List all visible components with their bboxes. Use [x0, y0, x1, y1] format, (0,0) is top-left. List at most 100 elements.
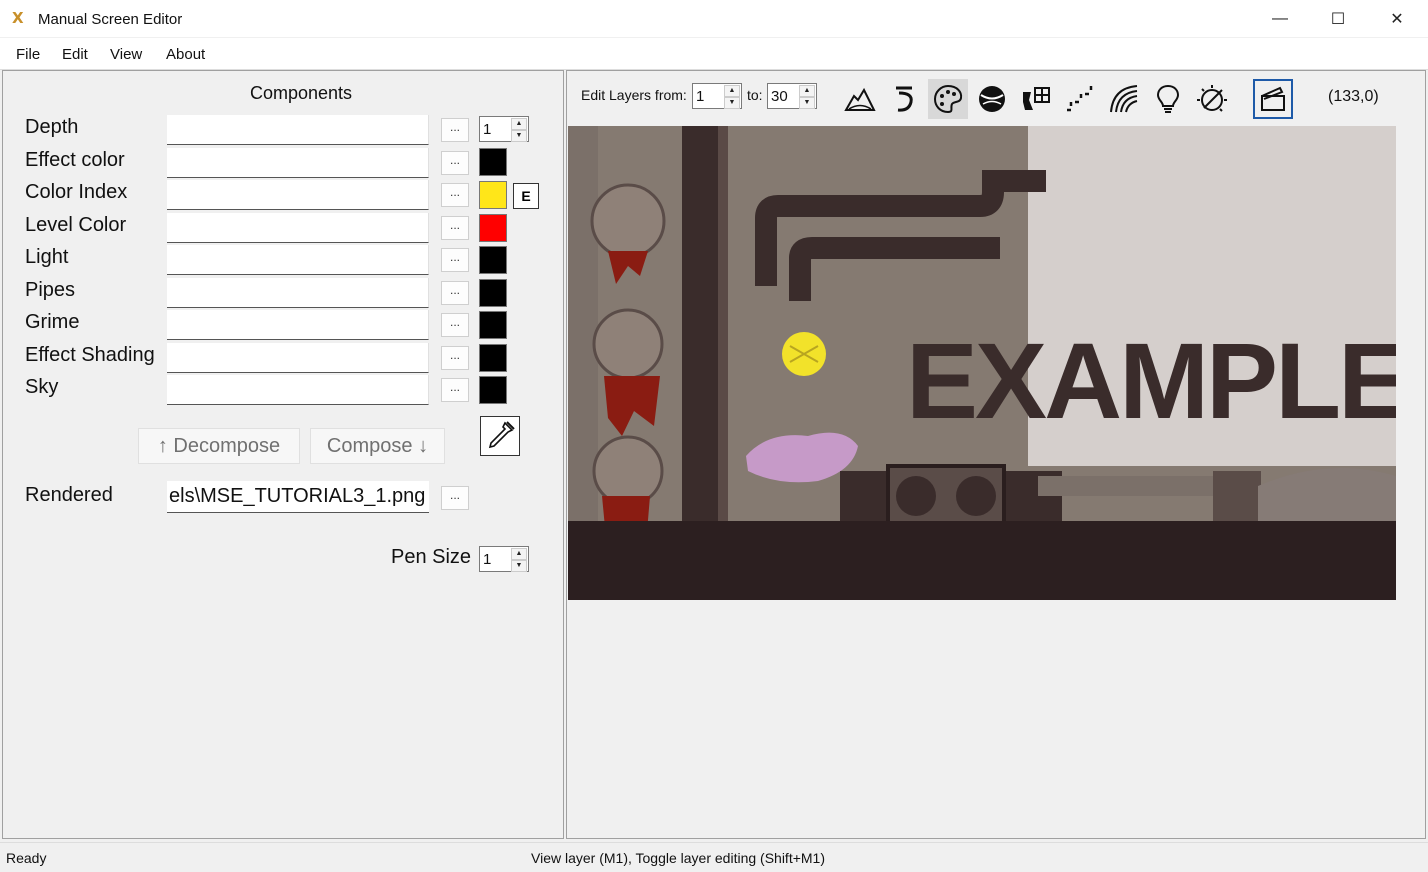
app-icon: Ⅹ [12, 10, 24, 27]
layer-from-value: 1 [696, 88, 705, 105]
palette-icon [933, 84, 963, 114]
layer-to-value: 30 [771, 88, 788, 105]
ball-icon [979, 86, 1005, 112]
pipes-browse-button[interactable]: ... [441, 281, 469, 305]
grime-label: Grime [25, 311, 80, 333]
grime-swatch[interactable] [479, 311, 507, 339]
depth-field[interactable] [167, 115, 429, 145]
effect-shading-label: Effect Shading [25, 344, 155, 366]
canvas-text: EXAMPLE3 [906, 320, 1396, 441]
depth-browse-button[interactable]: ... [441, 118, 469, 142]
level-color-browse-button[interactable]: ... [441, 216, 469, 240]
spin-up-icon[interactable]: ▲ [724, 85, 740, 97]
palette-tool[interactable] [928, 79, 968, 119]
light-browse-button[interactable]: ... [441, 248, 469, 272]
level-color-swatch[interactable] [479, 214, 507, 242]
sun-icon [1197, 85, 1227, 112]
status-text: Ready [6, 850, 47, 866]
color-index-field[interactable] [167, 180, 429, 210]
effect-shading-swatch[interactable] [479, 344, 507, 372]
status-hint: View layer (M1), Toggle layer editing (S… [531, 850, 825, 866]
window-title: Manual Screen Editor [38, 11, 183, 28]
steps-tool[interactable] [1060, 79, 1100, 119]
decompose-button[interactable]: ↑ Decompose [138, 428, 300, 464]
pipe-icon [896, 86, 913, 112]
close-button[interactable]: ✕ [1368, 0, 1426, 38]
edit-layers-from-label: Edit Layers from: [581, 87, 687, 103]
compose-button[interactable]: Compose ↓ [310, 428, 445, 464]
spin-down-icon[interactable]: ▼ [511, 130, 527, 142]
spin-down-icon[interactable]: ▼ [799, 97, 815, 109]
spin-up-icon[interactable]: ▲ [799, 85, 815, 97]
light-bulb-icon [1156, 84, 1180, 113]
pipes-label: Pipes [25, 279, 76, 301]
effect-color-field[interactable] [167, 148, 429, 178]
light-field[interactable] [167, 245, 429, 275]
status-bar: Ready View layer (M1), Toggle layer edit… [0, 842, 1428, 872]
steps-icon [1067, 86, 1093, 112]
color-picker-button[interactable] [480, 416, 520, 456]
rendered-browse-button[interactable]: ... [441, 486, 469, 510]
ball-tool[interactable] [972, 79, 1012, 119]
pen-size-value: 1 [483, 551, 492, 568]
level-color-field[interactable] [167, 213, 429, 243]
color-index-browse-button[interactable]: ... [441, 183, 469, 207]
pipe-tool[interactable] [884, 79, 924, 119]
sun-tool[interactable] [1192, 79, 1232, 119]
tiles-icon [1023, 87, 1050, 110]
effect-shading-field[interactable] [167, 343, 429, 373]
clapper-tool[interactable] [1253, 79, 1293, 119]
effect-color-swatch[interactable] [479, 148, 507, 176]
components-title: Components [250, 83, 353, 103]
pipes-swatch[interactable] [479, 279, 507, 307]
components-panel: Components Depth ... 1 ▲ ▼ Effect color .… [2, 70, 564, 839]
spin-down-icon[interactable]: ▼ [724, 97, 740, 109]
terrain-tool[interactable] [840, 79, 880, 119]
grime-browse-button[interactable]: ... [441, 313, 469, 337]
eyedropper-icon [488, 421, 515, 449]
depth-spinner-value: 1 [483, 121, 492, 138]
depth-label: Depth [25, 116, 79, 138]
maximize-button[interactable]: ☐ [1309, 0, 1367, 38]
menu-view[interactable]: View [110, 46, 142, 63]
menu-edit[interactable]: Edit [62, 46, 88, 63]
level-canvas[interactable]: EXAMPLE3 [568, 126, 1396, 600]
color-index-swatch[interactable] [479, 181, 507, 209]
sky-label: Sky [25, 376, 59, 398]
spin-up-icon[interactable]: ▲ [511, 118, 527, 130]
depth-spinner[interactable]: 1 ▲ ▼ [479, 116, 529, 142]
light-swatch[interactable] [479, 246, 507, 274]
menu-bar: File Edit View About [0, 38, 1428, 70]
color-index-edit-button[interactable]: E [513, 183, 539, 209]
to-label: to: [747, 87, 763, 103]
title-bar: Ⅹ Manual Screen Editor — ☐ ✕ [0, 0, 1428, 38]
effect-color-browse-button[interactable]: ... [441, 151, 469, 175]
rendered-field[interactable]: els\MSE_TUTORIAL3_1.png [167, 481, 429, 513]
color-index-label: Color Index [25, 181, 128, 203]
sky-field[interactable] [167, 375, 429, 405]
menu-about[interactable]: About [166, 46, 205, 63]
light-tool[interactable] [1148, 79, 1188, 119]
rainbow-tool[interactable] [1104, 79, 1144, 119]
level-preview: EXAMPLE3 [568, 126, 1396, 600]
sky-swatch[interactable] [479, 376, 507, 404]
tiles-tool[interactable] [1016, 79, 1056, 119]
spin-up-icon[interactable]: ▲ [511, 548, 527, 560]
light-label: Light [25, 246, 69, 268]
spin-down-icon[interactable]: ▼ [511, 560, 527, 572]
menu-file[interactable]: File [16, 46, 40, 63]
effect-shading-browse-button[interactable]: ... [441, 346, 469, 370]
layer-to-spinner[interactable]: 30 ▲ ▼ [767, 83, 817, 109]
grime-field[interactable] [167, 310, 429, 340]
layer-toolbar: Edit Layers from: 1 ▲ ▼ to: 30 ▲ ▼ (133,… [567, 71, 1425, 125]
layer-from-spinner[interactable]: 1 ▲ ▼ [692, 83, 742, 109]
sky-browse-button[interactable]: ... [441, 378, 469, 402]
minimize-button[interactable]: — [1251, 0, 1309, 38]
pen-size-spinner[interactable]: 1 ▲ ▼ [479, 546, 529, 572]
pipes-field[interactable] [167, 278, 429, 308]
clapper-icon [1261, 86, 1285, 111]
rendered-label: Rendered [25, 484, 113, 506]
terrain-icon [844, 87, 876, 111]
level-color-label: Level Color [25, 214, 127, 236]
cursor-coordinates: (133,0) [1328, 88, 1379, 105]
